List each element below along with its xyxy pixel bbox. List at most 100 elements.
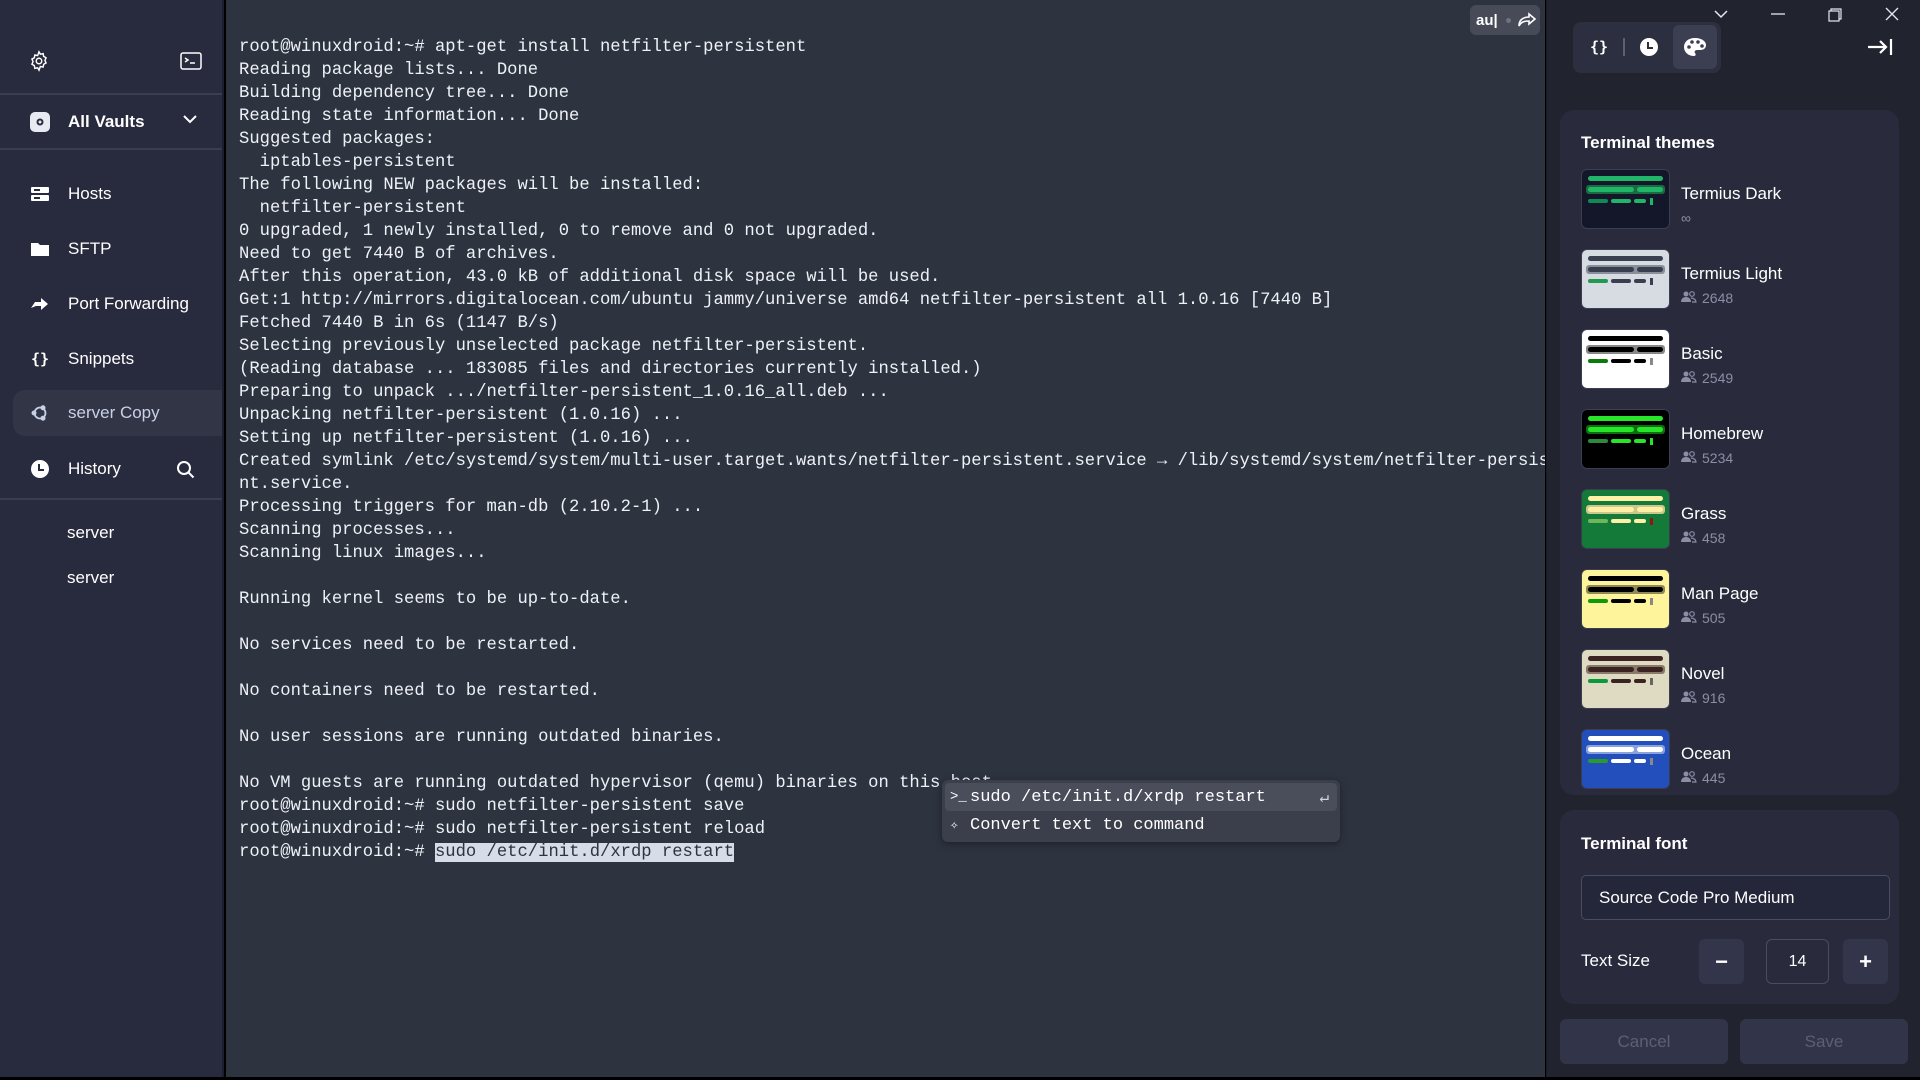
theme-preview <box>1581 569 1670 629</box>
users-icon <box>1681 610 1697 626</box>
theme-user-count: 2549 <box>1702 370 1734 386</box>
terminal-line: Selecting previously unselected package … <box>239 337 869 356</box>
users-icon <box>1681 290 1697 306</box>
theme-users: 2549 <box>1681 370 1733 386</box>
terminal-line: Suggested packages: <box>239 130 435 149</box>
close-icon[interactable] <box>1885 7 1899 21</box>
terminal-line: Preparing to unpack .../netfilter-persis… <box>239 383 889 402</box>
tab-snippets[interactable]: {} <box>1577 25 1621 69</box>
sidebar-nav: Hosts SFTP Port Forwarding {} Snippets s… <box>0 150 222 436</box>
autocomplete-popup: >_ sudo /etc/init.d/xrdp restart ↵ ✧ Con… <box>942 780 1340 842</box>
theme-item[interactable]: Grass 458 <box>1581 486 1881 566</box>
restore-icon[interactable] <box>1828 8 1842 22</box>
prompt: root@winuxdroid:~# <box>239 843 435 862</box>
terminal-line: No user sessions are running outdated bi… <box>239 728 724 747</box>
terminal-view[interactable]: root@winuxdroid:~# apt-get install netfi… <box>226 0 1545 1077</box>
sidebar: All Vaults Hosts SFTP Port Forwarding {}… <box>0 0 224 1077</box>
vault-selector[interactable]: All Vaults <box>0 95 222 150</box>
theme-user-count: 2648 <box>1702 290 1734 306</box>
sidebar-item-label: Port Forwarding <box>68 293 189 313</box>
terminal-line: Running kernel seems to be up-to-date. <box>239 590 631 609</box>
terminal-line: Need to get 7440 B of archives. <box>239 245 559 264</box>
sidebar-item-snippets[interactable]: {} Snippets <box>0 331 222 386</box>
snippets-icon: {} <box>30 349 50 368</box>
autocomplete-badge[interactable]: au| <box>1470 5 1540 35</box>
theme-preview <box>1581 249 1670 309</box>
sidebar-item-port-forwarding[interactable]: Port Forwarding <box>0 276 222 331</box>
increase-size-button[interactable]: + <box>1843 939 1888 984</box>
history-clock-icon <box>1640 38 1658 56</box>
terminal-line: No VM guests are running outdated hyperv… <box>239 774 1003 793</box>
terminal-line: The following NEW packages will be insta… <box>239 176 704 195</box>
terminal-line: root@winuxdroid:~# apt-get install netfi… <box>239 38 807 57</box>
theme-users: 458 <box>1681 530 1725 546</box>
cancel-button[interactable]: Cancel <box>1560 1019 1728 1064</box>
share-arrow-icon[interactable] <box>1517 12 1537 28</box>
theme-item[interactable]: Basic 2549 <box>1581 326 1881 406</box>
users-icon <box>1681 370 1697 386</box>
current-command-input[interactable]: sudo /etc/init.d/xrdp restart <box>434 843 735 862</box>
autocomplete-text: au| <box>1476 11 1498 29</box>
terminal-line: nt.service. <box>239 475 353 494</box>
tab-history[interactable] <box>1627 25 1671 69</box>
theme-item[interactable]: Termius Light 2648 <box>1581 246 1881 326</box>
sidebar-item-server-copy[interactable]: server Copy <box>13 390 222 436</box>
terminal-line: Fetched 7440 B in 6s (1147 B/s) <box>239 314 559 333</box>
theme-user-count: 916 <box>1702 690 1726 706</box>
chevron-down-icon[interactable] <box>182 113 198 125</box>
save-button[interactable]: Save <box>1740 1019 1908 1064</box>
theme-item[interactable]: Homebrew 5234 <box>1581 406 1881 486</box>
sidebar-item-sftp[interactable]: SFTP <box>0 221 222 276</box>
text-size-label: Text Size <box>1581 951 1650 970</box>
theme-name: Grass <box>1681 504 1727 523</box>
history-list: server server <box>0 500 222 600</box>
decrease-size-button[interactable]: − <box>1699 939 1744 984</box>
sidebar-item-label: Hosts <box>68 183 112 203</box>
theme-item[interactable]: Man Page 505 <box>1581 566 1881 646</box>
terminal-line: Setting up netfilter-persistent (1.0.16)… <box>239 429 693 448</box>
section-title: Terminal themes <box>1581 133 1715 152</box>
chevron-down-icon[interactable] <box>1713 8 1729 20</box>
history-item[interactable]: server <box>0 555 222 600</box>
terminal-line: Get:1 http://mirrors.digitalocean.com/ub… <box>239 291 1333 310</box>
terminal-line: No containers need to be restarted. <box>239 682 600 701</box>
history-label: History <box>68 459 121 478</box>
search-icon[interactable] <box>176 460 196 480</box>
suggestion-label: Convert text to command <box>970 815 1205 835</box>
folder-icon <box>30 239 50 259</box>
terminal-prompt-line[interactable]: root@winuxdroid:~# sudo /etc/init.d/xrdp… <box>239 841 1545 864</box>
terminal-line: root@winuxdroid:~# sudo netfilter-persis… <box>239 797 745 816</box>
theme-item[interactable]: Termius Dark ∞ <box>1581 166 1881 246</box>
terminal-themes-section: Terminal themes Termius Dark ∞ Termius Lig… <box>1560 110 1899 795</box>
vault-icon <box>30 111 50 132</box>
theme-item[interactable]: Ocean 445 <box>1581 726 1881 795</box>
settings-gear-icon[interactable] <box>28 50 50 72</box>
section-title: Terminal font <box>1581 834 1688 853</box>
theme-name: Termius Dark <box>1681 184 1782 203</box>
history-header[interactable]: History <box>0 440 222 500</box>
theme-user-count: 445 <box>1702 770 1726 786</box>
text-size-input[interactable]: 14 <box>1766 939 1829 984</box>
theme-name: Man Page <box>1681 584 1759 603</box>
theme-item[interactable]: Novel 916 <box>1581 646 1881 726</box>
users-icon <box>1681 770 1697 786</box>
theme-name: Novel <box>1681 664 1725 683</box>
terminal-line: root@winuxdroid:~# sudo netfilter-persis… <box>239 820 766 839</box>
tab-themes[interactable] <box>1673 25 1717 69</box>
terminal-icon[interactable] <box>180 52 202 70</box>
theme-name: Basic <box>1681 344 1723 363</box>
users-icon <box>1681 690 1697 706</box>
suggestion-item[interactable]: >_ sudo /etc/init.d/xrdp restart ↵ <box>945 783 1337 811</box>
theme-users: 445 <box>1681 770 1725 786</box>
sidebar-item-hosts[interactable]: Hosts <box>0 166 222 221</box>
sparkle-icon: ✧ <box>950 817 959 834</box>
terminal-line: Processing triggers for man-db (2.10.2-1… <box>239 498 704 517</box>
history-item[interactable]: server <box>0 510 222 555</box>
suggestion-item[interactable]: ✧ Convert text to command <box>942 811 1340 839</box>
font-selector[interactable]: Source Code Pro Medium <box>1581 875 1890 920</box>
theme-name: Termius Light <box>1681 264 1783 283</box>
terminal-line: Reading package lists... Done <box>239 61 539 80</box>
users-icon <box>1681 530 1697 546</box>
collapse-panel-icon[interactable] <box>1867 38 1893 56</box>
minimize-icon[interactable] <box>1771 12 1785 16</box>
